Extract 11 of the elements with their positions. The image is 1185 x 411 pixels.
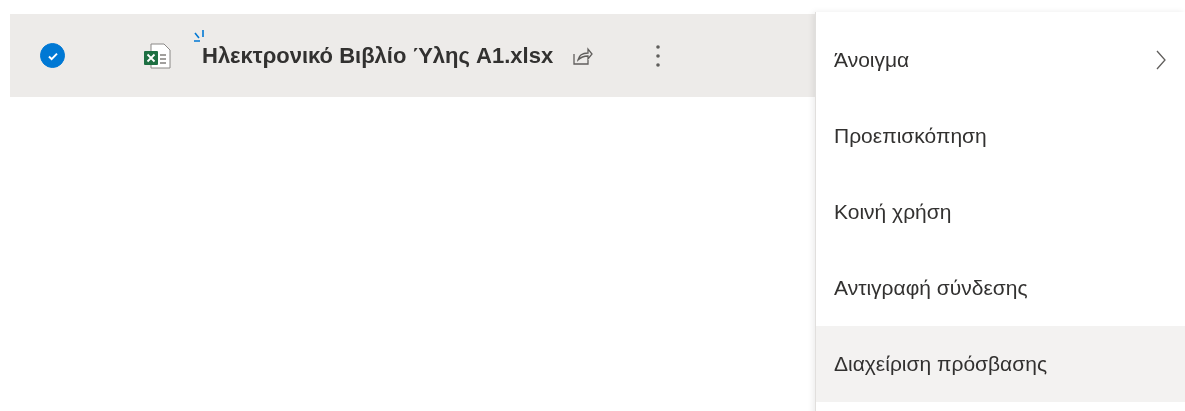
menu-item[interactable]: Διαχείριση πρόσβασης — [816, 326, 1185, 402]
menu-item[interactable]: Αντιγραφή σύνδεσης — [816, 250, 1185, 326]
share-icon[interactable] — [571, 44, 594, 67]
more-options-icon[interactable] — [655, 42, 662, 69]
spreadsheet-file-icon — [142, 40, 172, 71]
checkbox[interactable] — [40, 43, 65, 68]
file-row[interactable]: Ηλεκτρονικό Βιβλίο Ύλης A1.xlsx — [10, 14, 815, 97]
file-name[interactable]: Ηλεκτρονικό Βιβλίο Ύλης A1.xlsx — [202, 42, 554, 68]
menu-item[interactable]: Άνοιγμα — [816, 22, 1185, 98]
menu-item[interactable]: Προεπισκόπηση — [816, 98, 1185, 174]
menu-item[interactable]: Κοινή χρήση — [816, 174, 1185, 250]
